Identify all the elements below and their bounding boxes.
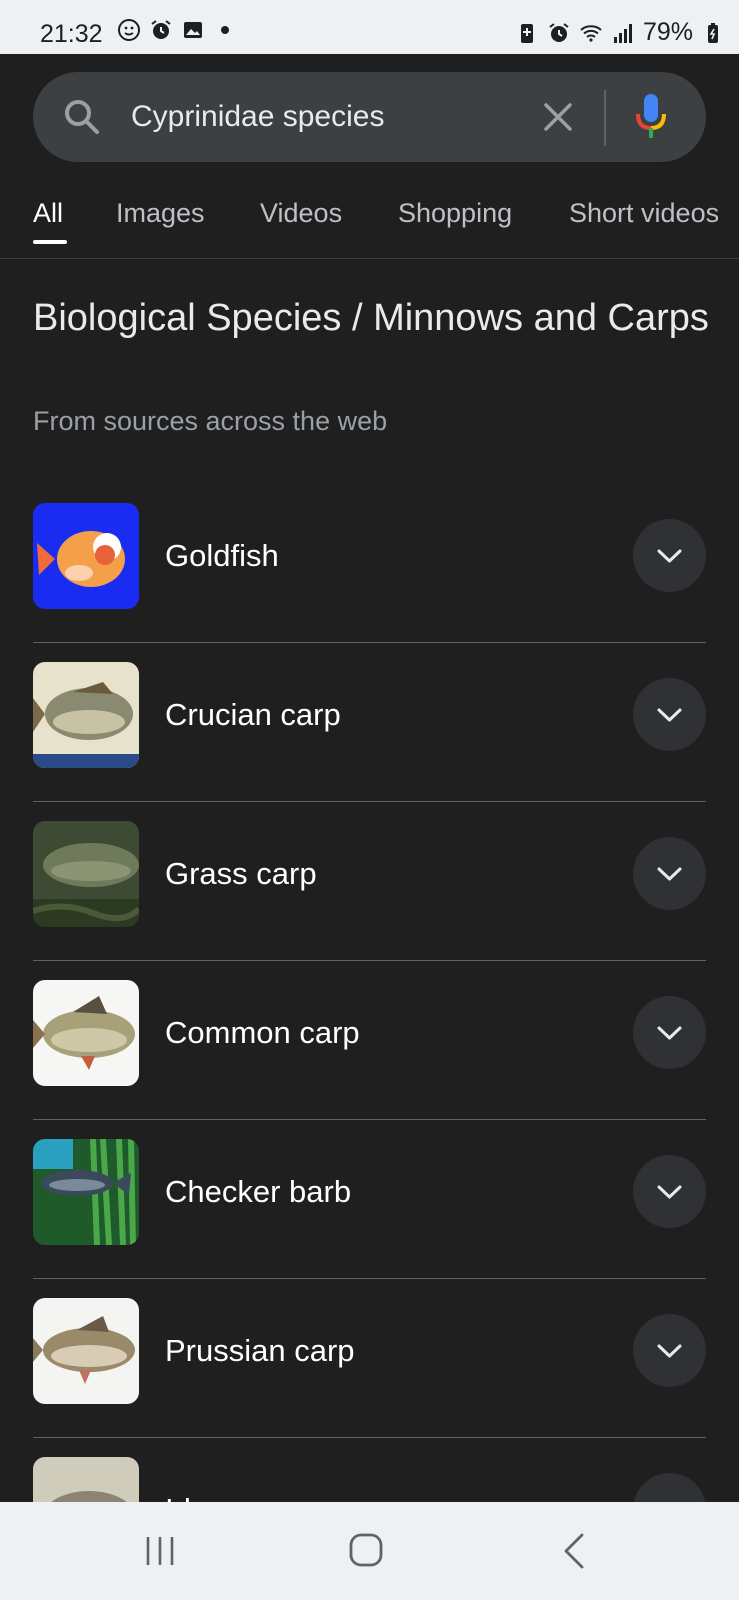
status-time: 21:32 — [40, 20, 103, 48]
species-name: Prussian carp — [165, 1333, 355, 1368]
list-item[interactable]: Prussian carp — [33, 1279, 706, 1438]
list-item[interactable]: Goldfish — [33, 484, 706, 643]
home-icon[interactable] — [348, 1532, 384, 1568]
signal-icon — [613, 23, 632, 43]
species-thumbnail — [33, 662, 139, 768]
battery-saver-icon — [520, 23, 533, 43]
chevron-down-icon — [657, 867, 682, 881]
expand-button[interactable] — [633, 837, 706, 910]
alarm-icon — [151, 20, 171, 39]
tab-short-videos[interactable]: Short videos — [569, 198, 719, 229]
status-left-icons — [117, 18, 237, 42]
wifi-icon — [580, 24, 602, 42]
list-item[interactable]: Crucian carp — [33, 643, 706, 802]
species-name: Crucian carp — [165, 697, 341, 732]
species-thumbnail — [33, 503, 139, 609]
tab-all[interactable]: All — [33, 198, 63, 229]
search-icon[interactable] — [61, 96, 103, 138]
chevron-down-icon — [657, 1185, 682, 1199]
chevron-down-icon — [657, 1026, 682, 1040]
species-thumbnail — [33, 1139, 139, 1245]
expand-button[interactable] — [633, 1155, 706, 1228]
battery-icon — [708, 22, 718, 43]
active-tab-indicator — [33, 240, 67, 244]
tab-videos[interactable]: Videos — [260, 198, 342, 229]
status-bar: 21:32 79% — [0, 0, 739, 54]
tab-images[interactable]: Images — [116, 198, 205, 229]
species-thumbnail — [33, 821, 139, 927]
search-bar[interactable]: Cyprinidae species — [33, 72, 706, 162]
expand-button[interactable] — [633, 996, 706, 1069]
gallery-icon — [184, 22, 202, 38]
page-title: Biological Species / Minnows and Carps — [33, 297, 709, 339]
list-item[interactable]: Grass carp — [33, 802, 706, 961]
search-divider — [604, 90, 606, 146]
alarm-icon — [549, 22, 569, 42]
species-name: Checker barb — [165, 1174, 352, 1209]
chevron-down-icon — [657, 549, 682, 563]
recent-apps-icon[interactable] — [143, 1534, 177, 1568]
species-name: Common carp — [165, 1015, 360, 1050]
expand-button[interactable] — [633, 519, 706, 592]
species-list: Goldfish Crucian carp Grass carp Common … — [33, 484, 706, 1596]
species-thumbnail — [33, 980, 139, 1086]
chevron-down-icon — [657, 708, 682, 722]
tab-shopping[interactable]: Shopping — [398, 198, 512, 229]
list-item[interactable]: Checker barb — [33, 1120, 706, 1279]
species-name: Grass carp — [165, 856, 317, 891]
species-name: Goldfish — [165, 538, 279, 573]
system-nav-bar — [0, 1502, 739, 1600]
search-tabs: All Images Videos Shopping Short videos — [0, 190, 739, 258]
battery-percent: 79% — [642, 18, 693, 46]
expand-button[interactable] — [633, 1314, 706, 1387]
dot-icon — [221, 26, 229, 34]
clear-icon[interactable] — [538, 97, 578, 137]
tabs-divider — [0, 258, 739, 259]
expand-button[interactable] — [633, 678, 706, 751]
face-icon — [118, 19, 140, 41]
page-subtitle: From sources across the web — [33, 406, 388, 436]
status-right-icons: 79% — [515, 18, 725, 47]
search-input[interactable]: Cyprinidae species — [131, 100, 384, 134]
species-thumbnail — [33, 1298, 139, 1404]
back-icon[interactable] — [562, 1532, 586, 1570]
mic-icon[interactable] — [635, 92, 667, 142]
list-item[interactable]: Common carp — [33, 961, 706, 1120]
chevron-down-icon — [657, 1344, 682, 1358]
